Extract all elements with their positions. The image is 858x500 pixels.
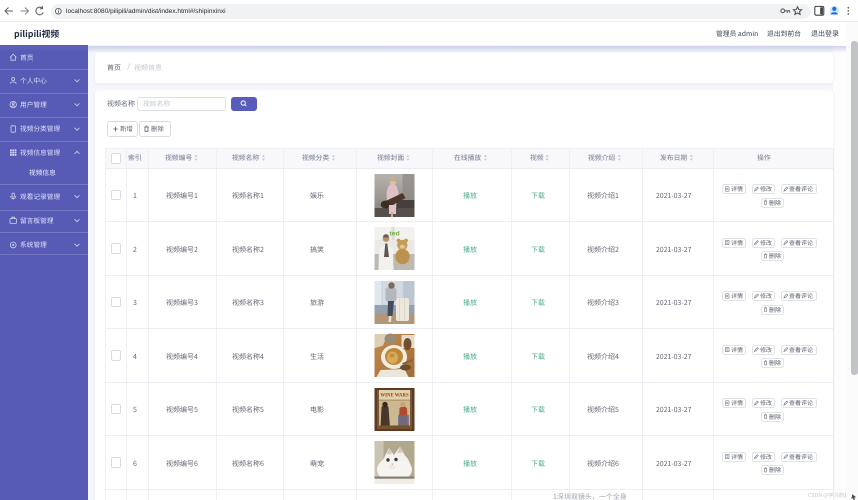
svg-text:ted: ted [390,231,400,238]
svg-text:WINE WARS: WINE WARS [380,393,409,398]
